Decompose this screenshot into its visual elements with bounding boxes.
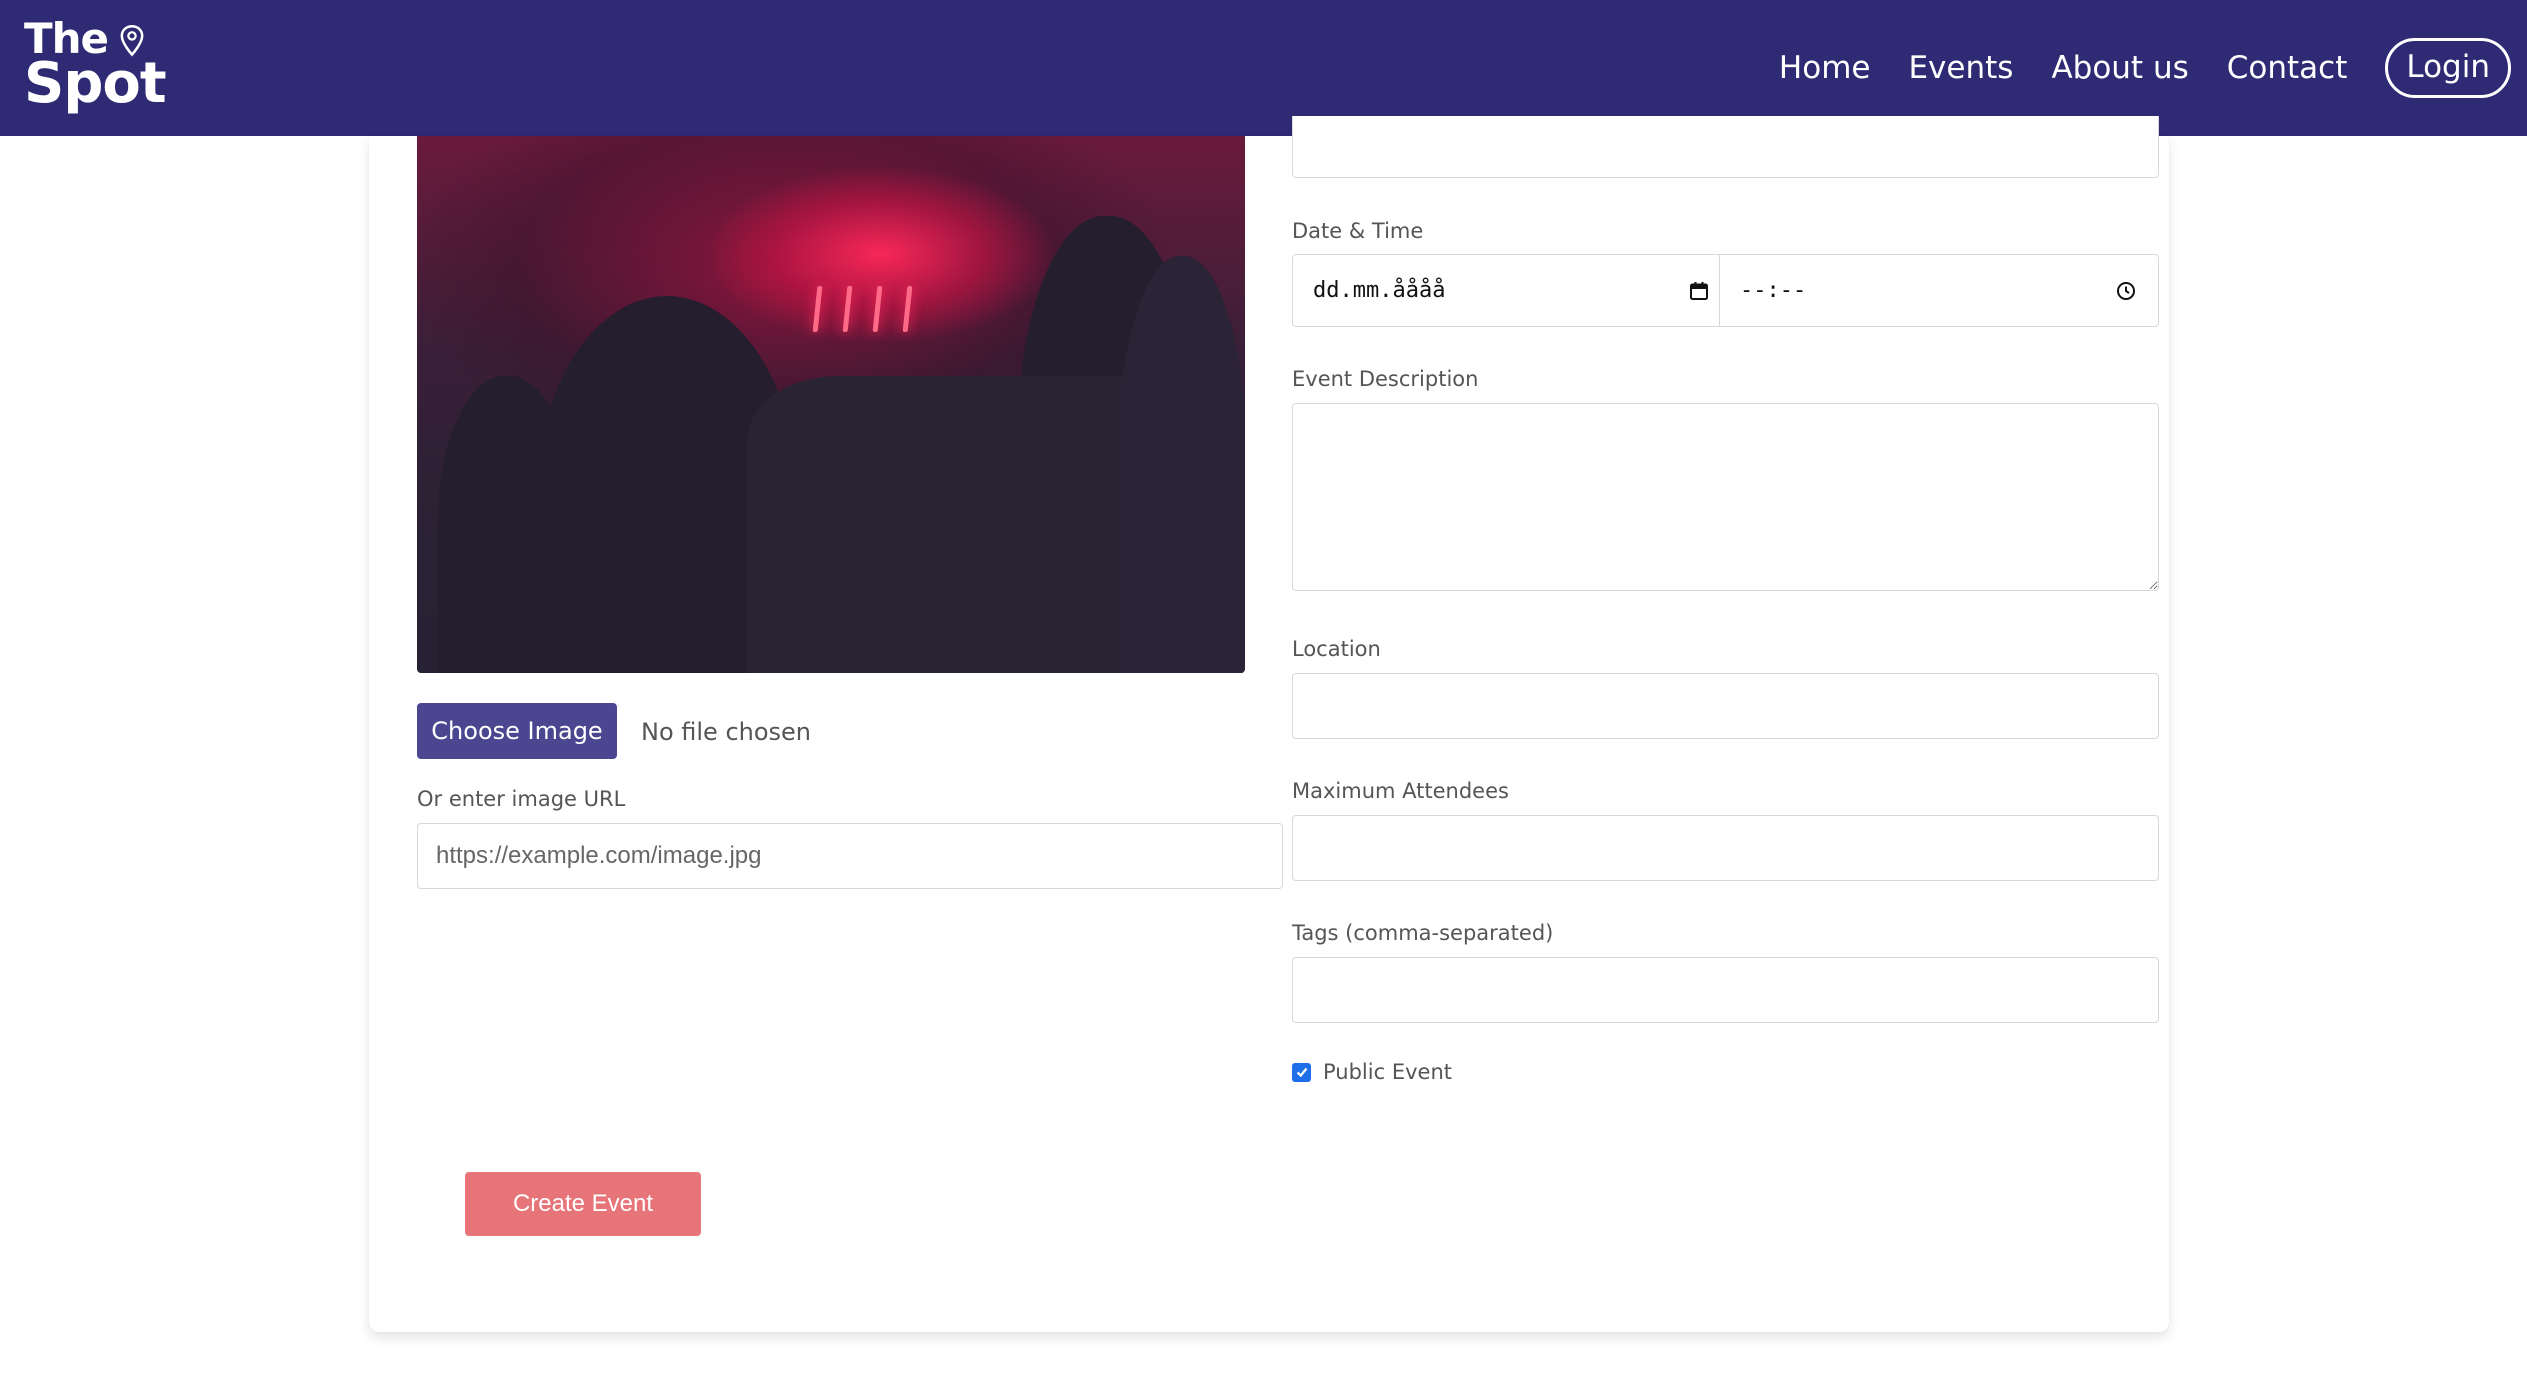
create-event-button[interactable]: Create Event xyxy=(465,1172,701,1236)
image-url-label: Or enter image URL xyxy=(417,787,626,811)
map-pin-icon xyxy=(120,25,144,57)
nav-link-events[interactable]: Events xyxy=(1908,50,2013,86)
location-input[interactable] xyxy=(1292,673,2159,739)
tags-input[interactable] xyxy=(1292,957,2159,1023)
calendar-icon[interactable] xyxy=(1689,281,1709,301)
image-url-input[interactable] xyxy=(417,823,1283,889)
logo-text-spot: Spot xyxy=(24,51,167,116)
location-label: Location xyxy=(1292,637,1381,661)
time-placeholder: --:-- xyxy=(1740,278,1807,303)
public-event-row: Public Event xyxy=(1292,1060,1452,1084)
event-description-textarea[interactable] xyxy=(1292,403,2159,591)
nav-link-about-us[interactable]: About us xyxy=(2051,50,2188,86)
datetime-field: dd.mm.åååå --:-- xyxy=(1292,254,2159,327)
event-image-preview xyxy=(417,136,1245,673)
nav-link-contact[interactable]: Contact xyxy=(2227,50,2348,86)
site-logo[interactable]: The Spot xyxy=(24,18,167,116)
file-status-text: No file chosen xyxy=(641,718,812,746)
date-placeholder: dd.mm.åååå xyxy=(1313,278,1446,303)
check-icon xyxy=(1296,1067,1307,1078)
main-nav: Home Events About us Contact Login xyxy=(1779,38,2511,98)
date-input[interactable]: dd.mm.åååå xyxy=(1293,255,1720,326)
time-input[interactable]: --:-- xyxy=(1720,255,2158,326)
public-event-label[interactable]: Public Event xyxy=(1323,1060,1452,1084)
choose-image-button[interactable]: Choose Image xyxy=(417,703,617,759)
event-description-label: Event Description xyxy=(1292,367,1479,391)
clock-icon[interactable] xyxy=(2116,281,2136,301)
nav-link-home[interactable]: Home xyxy=(1779,50,1871,86)
max-attendees-input[interactable] xyxy=(1292,815,2159,881)
datetime-label: Date & Time xyxy=(1292,219,1424,243)
max-attendees-label: Maximum Attendees xyxy=(1292,779,1509,803)
event-title-input[interactable] xyxy=(1292,116,2159,178)
public-event-checkbox[interactable] xyxy=(1292,1062,1311,1082)
login-button[interactable]: Login xyxy=(2385,38,2511,98)
tags-label: Tags (comma-separated) xyxy=(1292,921,1554,945)
